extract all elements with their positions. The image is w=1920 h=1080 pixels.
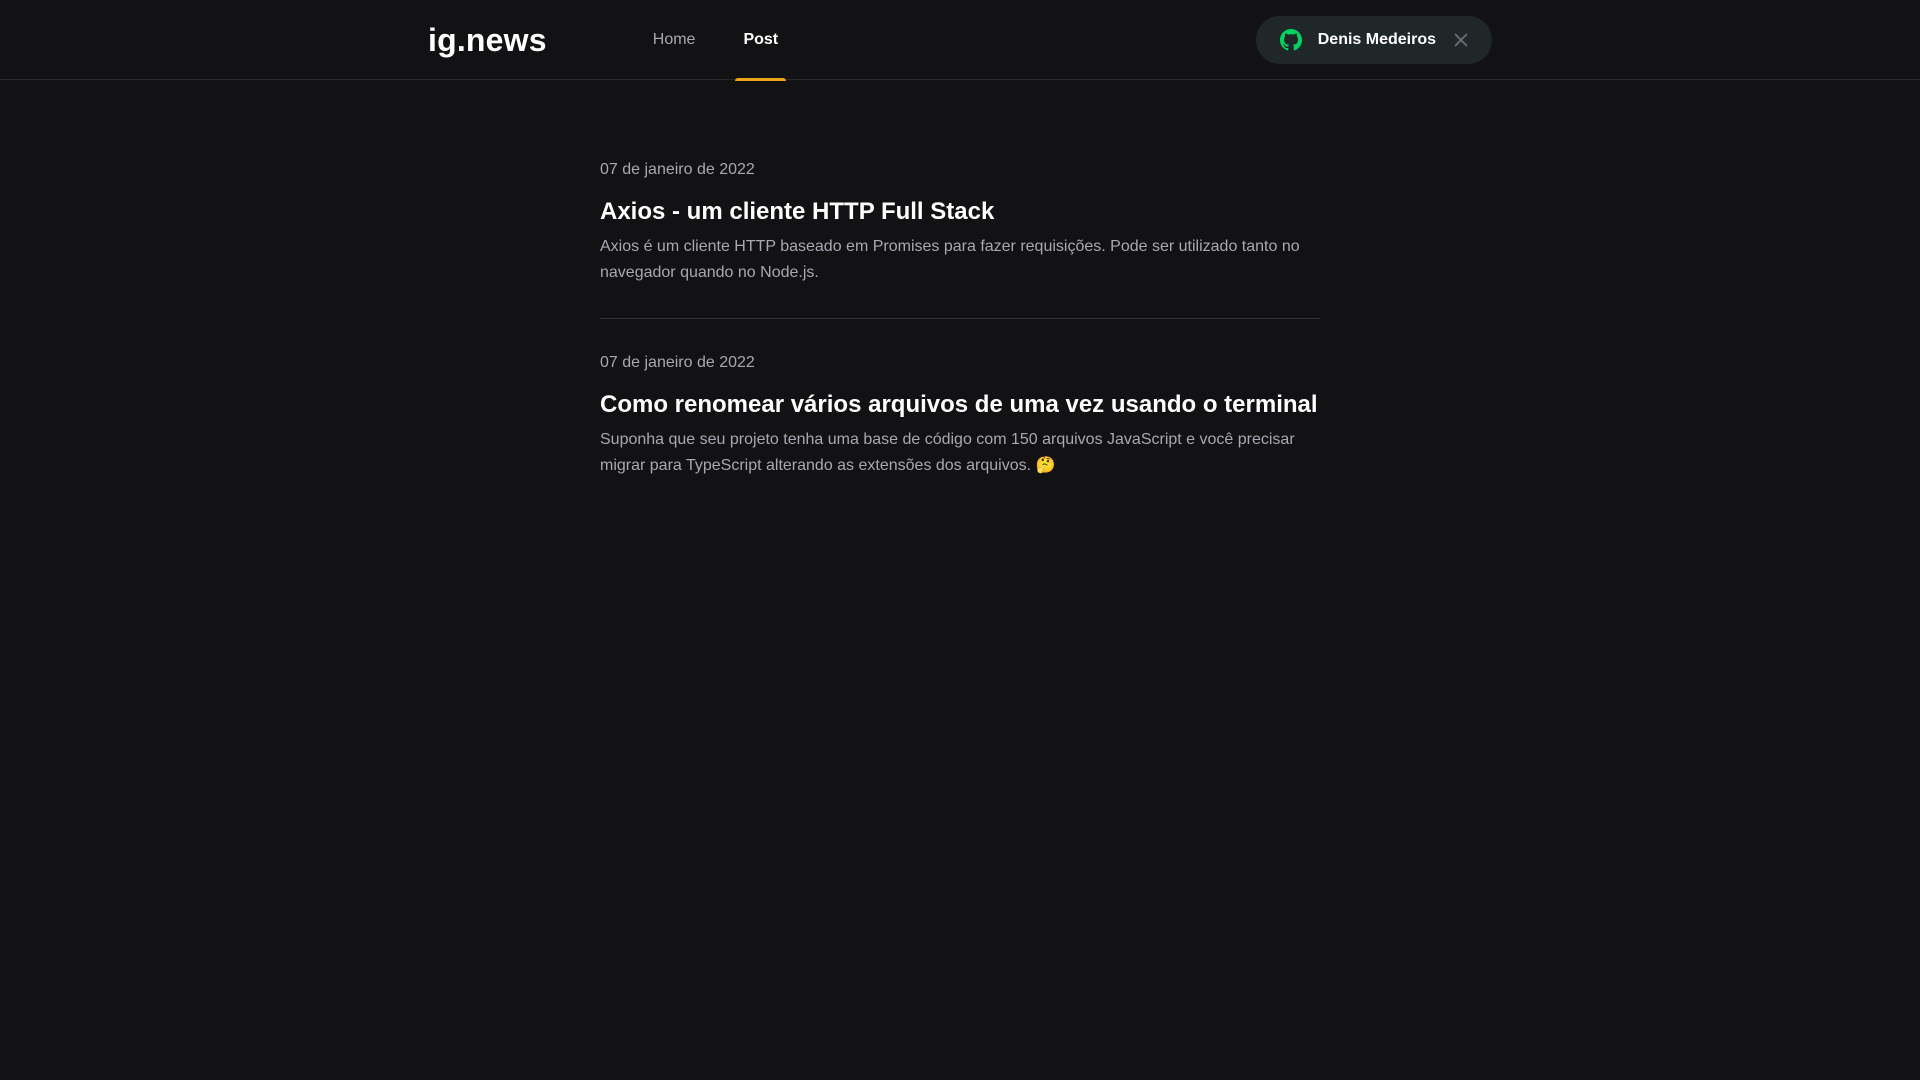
post-excerpt: Axios é um cliente HTTP baseado em Promi… xyxy=(600,238,1300,281)
post-item[interactable]: 07 de janeiro de 2022 Como renomear vári… xyxy=(600,318,1320,511)
post-title[interactable]: Axios - um cliente HTTP Full Stack xyxy=(600,196,1320,228)
close-icon[interactable] xyxy=(1454,33,1468,47)
user-name: Denis Medeiros xyxy=(1317,31,1436,48)
post-date: 07 de janeiro de 2022 xyxy=(600,354,755,371)
logo[interactable]: ig.news xyxy=(428,22,547,59)
github-icon xyxy=(1279,29,1302,51)
post-date: 07 de janeiro de 2022 xyxy=(600,161,755,178)
main-nav: Home Post xyxy=(629,0,802,81)
posts-list: 07 de janeiro de 2022 Axios - um cliente… xyxy=(600,158,1320,511)
post-excerpt: Suponha que seu projeto tenha uma base d… xyxy=(600,431,1295,474)
post-title[interactable]: Como renomear vários arquivos de uma vez… xyxy=(600,389,1320,421)
nav-link-home[interactable]: Home xyxy=(645,0,704,80)
sign-in-github-button[interactable]: Denis Medeiros xyxy=(1255,16,1492,64)
header: ig.news Home Post Denis Medeiros xyxy=(0,0,1920,81)
header-content: ig.news Home Post Denis Medeiros xyxy=(400,0,1520,81)
nav-link-post[interactable]: Post xyxy=(735,0,786,81)
post-item[interactable]: 07 de janeiro de 2022 Axios - um cliente… xyxy=(600,158,1320,318)
